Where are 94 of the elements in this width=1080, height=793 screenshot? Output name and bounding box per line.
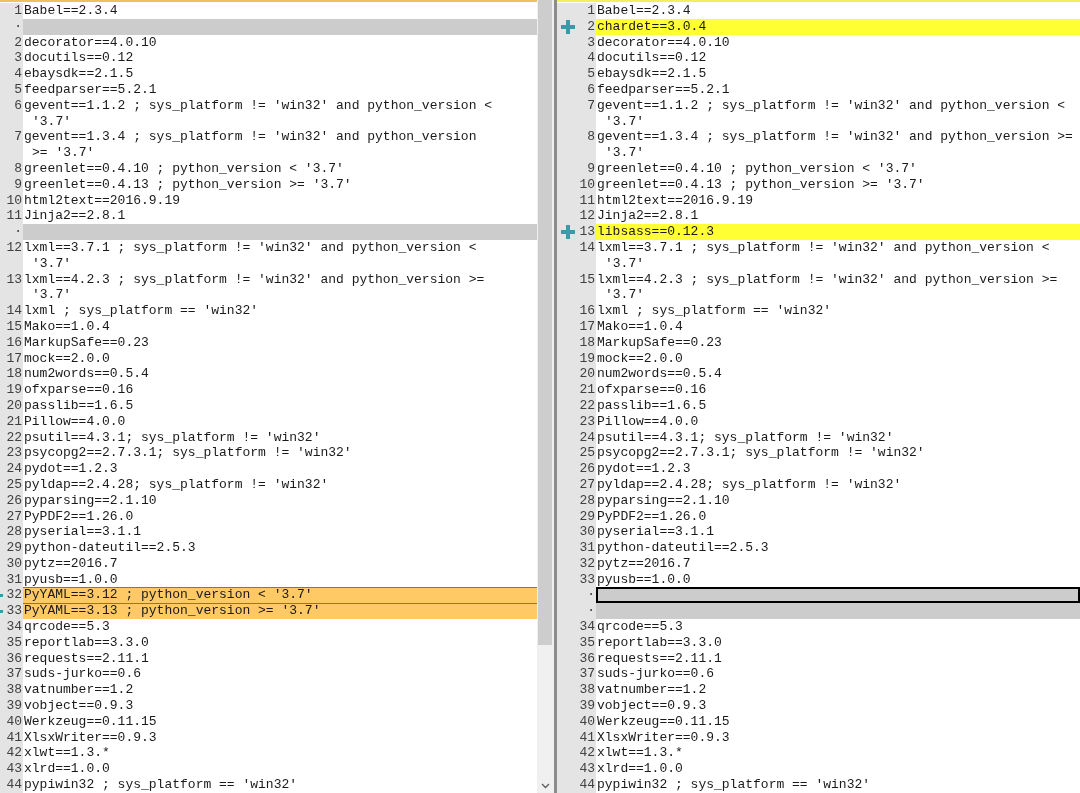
line-number: 38 [5,682,23,699]
line-number: 41 [578,729,596,746]
line-number: 41 [5,729,23,746]
line-number: 10 [578,176,596,193]
line-number: 27 [5,508,23,525]
line-number: 34 [578,619,596,635]
line-number: 28 [578,492,596,509]
line-number: 12 [578,208,596,225]
line-number: 26 [578,461,596,477]
line-number: 10 [5,192,23,209]
line-number: 15 [5,318,23,335]
line-number: 30 [578,524,596,541]
line-number: 8 [586,129,596,146]
line-number: 43 [5,761,23,778]
line-number: 34 [5,619,23,635]
line-number: 29 [5,540,23,556]
line-number: 43 [578,761,596,778]
line-number: 19 [578,350,596,367]
line-number: · [13,18,23,35]
line-number: 39 [5,698,23,714]
line-number: 21 [5,413,23,430]
line-number: 7 [586,97,596,114]
line-number: 15 [578,271,596,288]
line-number: 33 [578,571,596,588]
line-number: 23 [578,413,596,430]
line-number: 21 [578,382,596,398]
line-number: 37 [578,666,596,683]
line-number: 17 [578,318,596,335]
line-number: 27 [578,476,596,493]
line-number: 38 [578,682,596,699]
line-number: 42 [578,745,596,762]
line-number: 22 [5,429,23,446]
line-number: 36 [5,650,23,667]
line-number: 36 [578,650,596,667]
line-number: 22 [578,397,596,414]
line-number: 16 [578,303,596,319]
line-number: 1 [586,3,596,19]
line-number: 14 [578,239,596,256]
line-number: · [13,224,23,240]
line-number: 40 [5,713,23,730]
line-number: 2 [586,18,596,35]
line-number: 28 [5,524,23,541]
line-number: 5 [586,66,596,82]
scrollbar-thumb[interactable] [538,0,552,645]
line-number: 44 [578,777,596,793]
line-number: 37 [5,666,23,683]
line-number: 3 [586,34,596,51]
line-number: 14 [5,303,23,319]
line-number: 20 [578,366,596,383]
line-number: 20 [5,397,23,414]
scrollbar[interactable] [537,0,554,793]
line-number: 16 [5,334,23,351]
line-number: 44 [5,777,23,793]
line-number: 5 [13,82,23,98]
line-number: 9 [586,160,596,177]
line-number: 2 [13,34,23,51]
line-number: 1 [13,3,23,19]
line-number: · [586,587,596,604]
line-number: 31 [5,571,23,588]
line-number: 7 [13,129,23,146]
line-number: 6 [13,97,23,114]
line-number: 18 [5,366,23,383]
line-number: 26 [5,492,23,509]
line-number: 25 [5,476,23,493]
line-number: 24 [578,429,596,446]
line-number: 32 [578,555,596,572]
line-number: 13 [5,271,23,288]
line-number: 4 [586,50,596,67]
line-number: 13 [578,224,596,240]
line-number: 23 [5,445,23,462]
line-number: 39 [578,698,596,714]
line-number: 8 [13,160,23,177]
line-number: 3 [13,50,23,67]
line-number: 31 [578,540,596,556]
line-number: 42 [5,745,23,762]
line-number: 35 [5,634,23,651]
line-number: 9 [13,176,23,193]
line-number: 12 [5,239,23,256]
line-number: 6 [586,82,596,98]
line-number: · [586,603,596,620]
line-number: 17 [5,350,23,367]
line-number: 24 [5,461,23,477]
line-number: 35 [578,634,596,651]
line-number: 30 [5,555,23,572]
line-number: 18 [578,334,596,351]
line-number: 32 [5,587,23,604]
line-number: 40 [578,713,596,730]
line-number: 25 [578,445,596,462]
line-number: 4 [13,66,23,82]
line-number: 11 [578,192,596,209]
line-number: 11 [5,208,23,225]
line-number: 29 [578,508,596,525]
line-number: 33 [5,603,23,620]
line-number: 19 [5,382,23,398]
